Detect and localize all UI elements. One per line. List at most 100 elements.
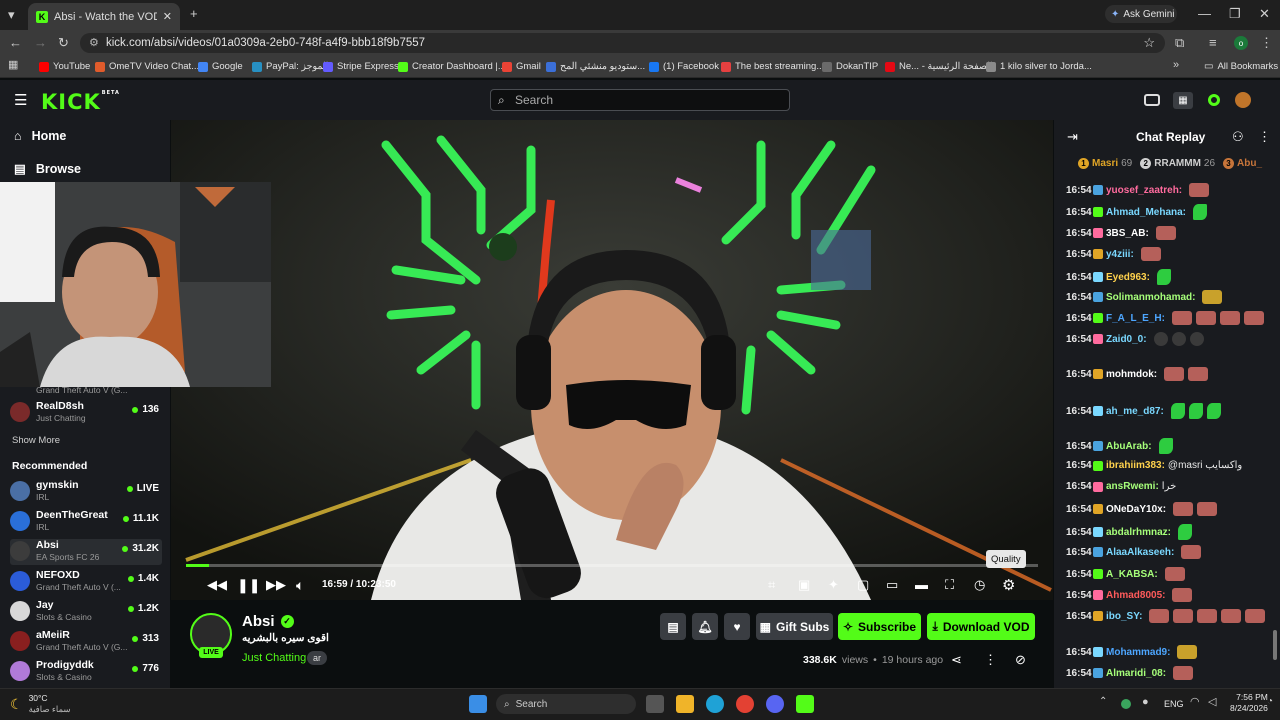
bookmark-item[interactable]: The best streaming... [721,61,824,72]
chat-message[interactable]: 16:54 ansRwemi: خرا [1066,481,1176,492]
more-bookmarks-icon[interactable]: » [1173,60,1179,71]
message-username[interactable]: Ahmad_Mehana: [1106,207,1186,218]
nav-home[interactable]: ⌂ Home [14,129,66,143]
bookmark-item[interactable]: YouTube [39,61,90,72]
recommended-channel[interactable]: Prodigyddk Slots & Casino 776 [10,659,162,685]
fast-forward-icon[interactable]: ▶▶ [266,578,286,591]
chat-message[interactable]: 16:54 AlaaAlkaseeh: [1066,545,1202,559]
extensions-icon[interactable]: ⧉ [1175,36,1184,49]
followed-channel-reald8sh[interactable]: RealD8sh Just Chatting 136 [10,400,162,426]
menu-kebab-icon[interactable]: ⋮ [1260,36,1273,49]
bookmark-item[interactable]: Creator Dashboard |... [398,61,506,72]
seek-bar[interactable] [186,564,1038,567]
speed-icon[interactable]: ◷ [974,578,985,591]
clock[interactable]: 7:56 PM 8/24/2026 [1230,692,1268,714]
fullscreen-icon[interactable]: ⛶ [945,578,954,591]
maximize-icon[interactable]: ❐ [1229,7,1241,20]
chat-message[interactable]: 16:54 abdalrhmnaz: [1066,524,1193,540]
rewind-icon[interactable]: ◀◀ [207,578,227,591]
chat-message[interactable]: 16:54 A_KABSA: [1066,567,1185,581]
tray-chevron-icon[interactable]: ⌃ [1099,697,1107,707]
bookmark-item[interactable]: OmeTV Video Chat... [95,61,199,72]
message-username[interactable]: AbuArab: [1106,441,1152,452]
show-more-link[interactable]: Show More [12,435,60,446]
address-bar[interactable]: ⚙ kick.com/absi/videos/01a0309a-2eb0-748… [80,33,1165,53]
file-explorer-icon[interactable] [676,695,694,713]
discord-icon[interactable] [766,695,784,713]
clips-icon[interactable] [1144,94,1160,106]
chat-message[interactable]: 16:54 Eyed963: [1066,269,1171,285]
message-username[interactable]: yuosef_zaatreh: [1106,185,1182,196]
chat-message[interactable]: 16:54 Ahmad8005: [1066,588,1193,602]
message-username[interactable]: AlaaAlkaseeh: [1106,547,1174,558]
collapse-chat-icon[interactable]: ⇥ [1067,130,1078,143]
video-player[interactable] [171,120,1053,600]
new-tab-icon[interactable]: + [190,7,198,20]
bookmark-item[interactable]: Stripe Express [323,61,399,72]
ask-gemini-button[interactable]: ✦ Ask Gemini [1105,5,1177,23]
chat-message[interactable]: 16:54 ibo_SY: [1066,609,1266,623]
users-icon[interactable]: ⚇ [1232,130,1244,143]
category-link[interactable]: Just Chatting [242,652,306,664]
follow-button[interactable]: ♥ [724,613,750,640]
recommended-channel[interactable]: NEFOXD Grand Theft Auto V (... 1.4K [10,569,162,595]
nav-browse[interactable]: ▤ Browse [14,161,81,177]
taskbar-search[interactable]: ⌕ Search [496,694,636,714]
microphone-icon[interactable]: ● [1142,697,1149,708]
chat-message[interactable]: 16:54 Mohammad9: [1066,645,1198,659]
message-username[interactable]: ansRwemi: [1106,481,1159,492]
message-username[interactable]: Solimanmohamad: [1106,292,1195,303]
kick-logo[interactable]: KICKBETA [41,90,120,114]
dashboard-icon[interactable]: ▦ [1173,92,1193,109]
bookmark-item[interactable]: ستوديو منشئي المح... [546,61,645,72]
message-username[interactable]: ibo_SY: [1106,611,1142,622]
chat-message[interactable]: 16:54 Almaridi_08: [1066,666,1194,680]
recommended-channel[interactable]: gymskin IRL LIVE [10,479,162,505]
back-icon[interactable]: ← [9,36,22,49]
chat-message[interactable]: 16:54 ibrahiim383: @masri واكسايب [1066,460,1242,471]
task-view-icon[interactable] [646,695,664,713]
bookmark-item[interactable]: PayPal: الموجز [252,61,328,72]
recommended-channel[interactable]: Absi EA Sports FC 26 31.2K [10,539,162,565]
chat-message[interactable]: 16:54 AbuArab: [1066,438,1173,454]
chat-message[interactable]: 16:54 3BS_AB: [1066,226,1176,240]
bookmark-item[interactable]: Ne... - الصفحة الرئيسية [885,61,993,72]
message-username[interactable]: A_KABSA: [1106,569,1158,580]
language-indicator[interactable]: ENG [1164,699,1184,709]
message-username[interactable]: Almaridi_08: [1106,668,1166,679]
minimize-icon[interactable]: — [1198,7,1211,20]
message-username[interactable]: Mohammad9: [1106,647,1170,658]
settings-gear-icon[interactable]: ⚙ [1002,578,1015,593]
start-windows-icon[interactable] [469,695,487,713]
browser-tab[interactable]: K Absi - Watch the VOD on K ✕ [28,3,180,30]
reload-icon[interactable]: ↻ [58,36,69,49]
message-username[interactable]: Zaid0_0: [1106,334,1147,345]
message-username[interactable]: 3BS_AB: [1106,228,1149,239]
chat-message[interactable]: 16:54 ah_me_d87: [1066,403,1221,419]
profile-avatar[interactable]: o [1234,36,1248,50]
kick-app-icon[interactable] [796,695,814,713]
pip-icon[interactable]: ▢ [857,578,869,591]
download-vod-button[interactable]: ⤓ Download VOD [927,613,1035,640]
leaderboard-entry[interactable]: 1 Masri 69 [1078,158,1132,169]
chat-message[interactable]: 16:54 y4ziii: [1066,247,1161,261]
chat-scrollbar[interactable] [1273,630,1277,660]
leaderboard-entry[interactable]: 3 Abu_ [1223,158,1265,169]
message-username[interactable]: Eyed963: [1106,272,1150,283]
leaderboard-entry[interactable]: 2 RRAMMM 26 [1140,158,1215,169]
message-username[interactable]: ah_me_d87: [1106,406,1164,417]
recommended-channel[interactable]: DeenTheGreat IRL 11.1K [10,509,162,535]
wifi-icon[interactable]: ◠ [1190,697,1200,708]
sparkle-icon[interactable]: ✦ [828,578,839,591]
tab-close-icon[interactable]: ✕ [163,10,172,23]
chat-message[interactable]: 16:54 Ahmad_Mehana: [1066,204,1208,220]
chat-message[interactable]: 16:54 Solimanmohamad: [1066,290,1223,304]
close-window-icon[interactable]: ✕ [1259,7,1270,20]
user-avatar[interactable] [1235,92,1251,108]
chat-message[interactable]: 16:54 Zaid0_0: [1066,332,1204,346]
bookmark-item[interactable]: (1) Facebook [649,61,719,72]
tray-app-icon[interactable] [1121,699,1131,709]
bookmark-item[interactable]: Google [198,61,243,72]
language-tag[interactable]: ar [307,651,328,665]
message-username[interactable]: mohmdok: [1106,369,1157,380]
